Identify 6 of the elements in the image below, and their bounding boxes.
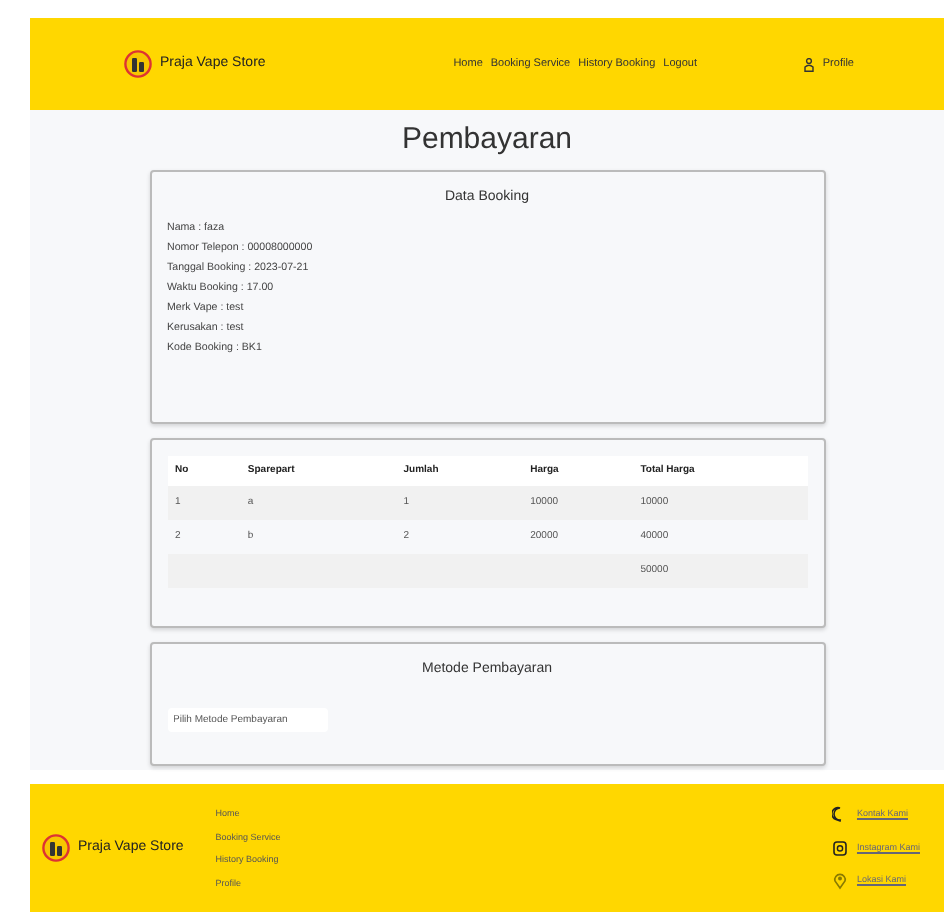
logo-icon xyxy=(42,834,70,862)
logo-icon xyxy=(124,50,152,78)
location-pin-icon xyxy=(832,872,849,890)
person-icon xyxy=(804,57,815,71)
page-title: Pembayaran xyxy=(399,122,575,158)
camera-icon xyxy=(832,839,849,857)
